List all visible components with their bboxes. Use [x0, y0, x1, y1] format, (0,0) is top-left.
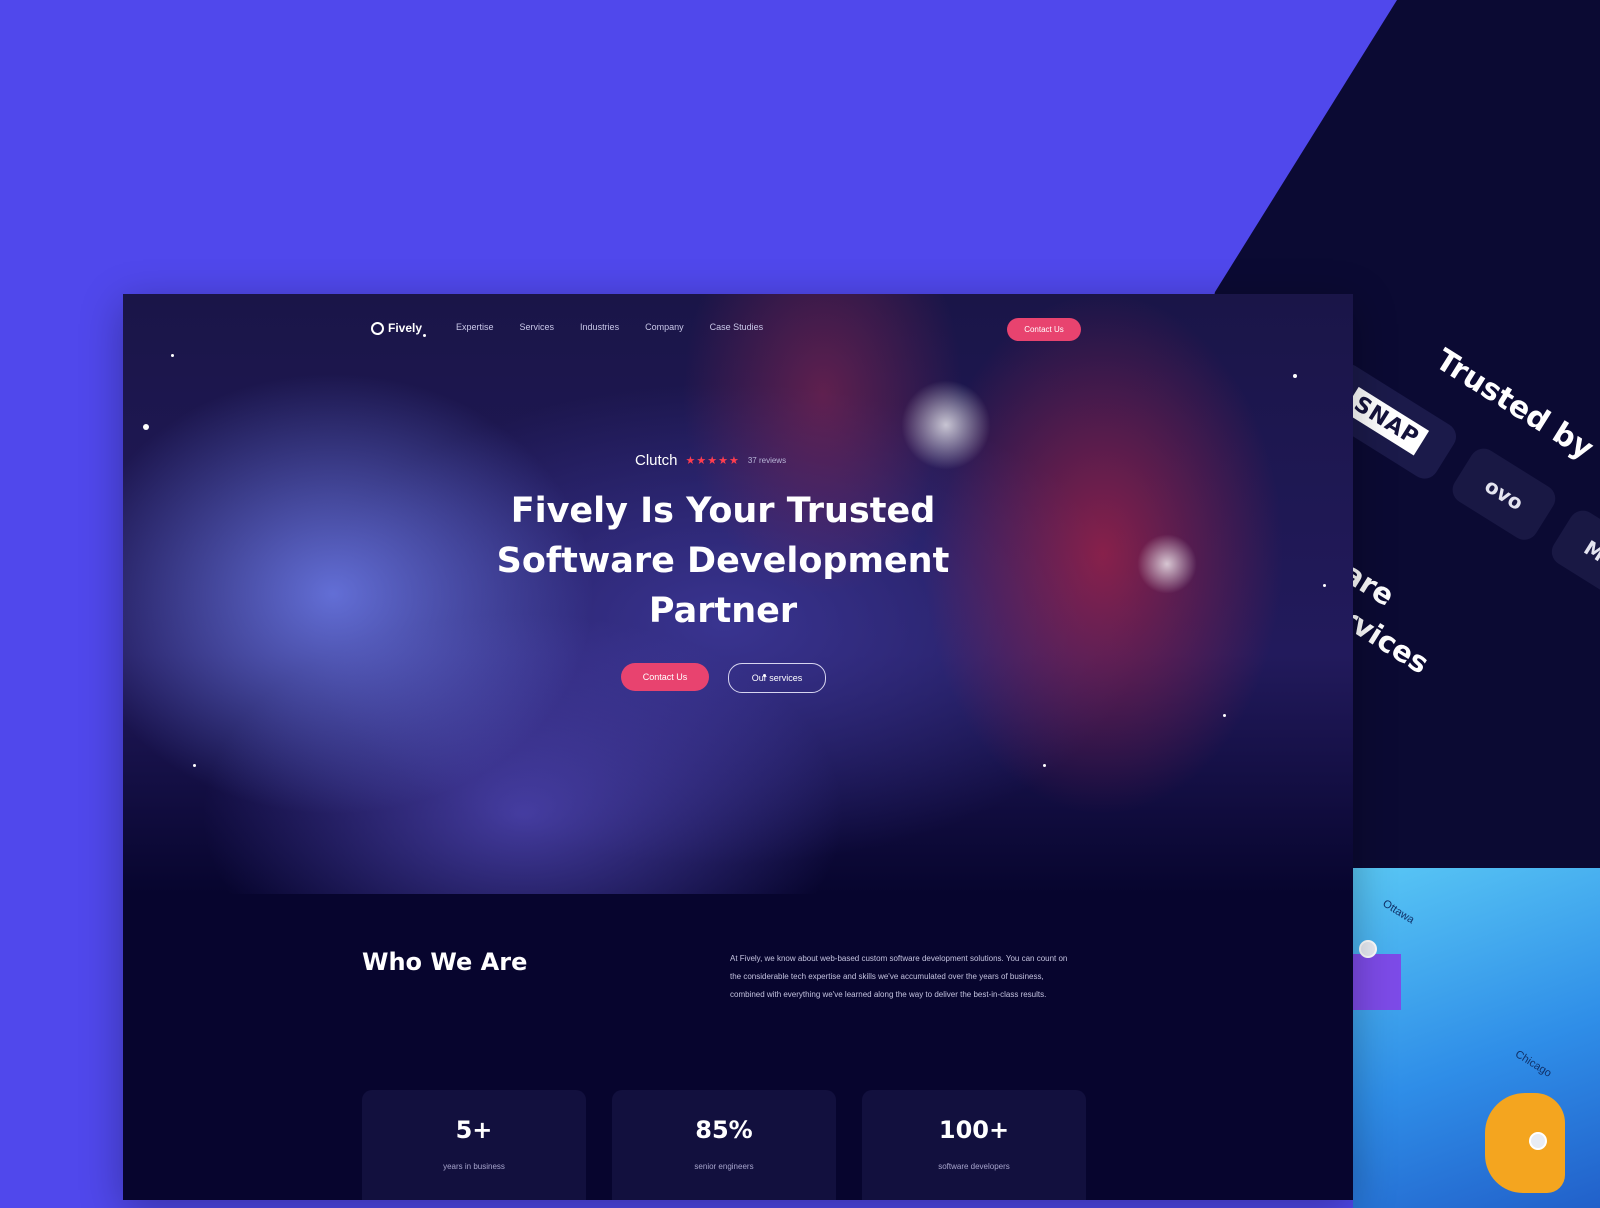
- clutch-rating[interactable]: Clutch ★★★★★ 37 reviews: [635, 452, 786, 469]
- contact-us-button[interactable]: Contact Us: [1007, 318, 1081, 341]
- stat-card: 5+ years in business: [362, 1090, 586, 1200]
- site-logo[interactable]: Fively: [371, 321, 422, 335]
- stat-value: 100+: [938, 1116, 1010, 1144]
- star: [1223, 714, 1226, 717]
- stat-label: senior engineers: [694, 1162, 754, 1171]
- website-mockup: Fively Expertise Services Industries Com…: [123, 294, 1353, 1200]
- stat-label: years in business: [443, 1162, 505, 1171]
- stat-card: 85% senior engineers: [612, 1090, 836, 1200]
- logo-icon: [371, 321, 384, 335]
- map-region-orange: [1485, 1093, 1565, 1193]
- nav-item-company[interactable]: Company: [645, 322, 684, 332]
- clutch-logo: Clutch: [635, 452, 678, 469]
- map-pin: [1359, 940, 1377, 958]
- star-glow: [901, 380, 991, 470]
- world-map: Ottawa Chicago: [1353, 868, 1600, 1208]
- star: [1323, 584, 1326, 587]
- stat-value: 5+: [455, 1116, 493, 1144]
- nav-links: Expertise Services Industries Company Ca…: [456, 322, 763, 332]
- hero-services-button[interactable]: Our services: [728, 663, 826, 693]
- brand-name: Fively: [388, 321, 423, 335]
- star: [143, 424, 149, 430]
- logo-messagebird: MessageBird: [1546, 505, 1600, 663]
- logo-ovo: ovo: [1447, 443, 1561, 546]
- stat-label: software developers: [938, 1162, 1010, 1171]
- star: [1043, 764, 1046, 767]
- star: [193, 764, 196, 767]
- star: [171, 354, 174, 357]
- nav-item-case-studies[interactable]: Case Studies: [710, 322, 764, 332]
- stat-value: 85%: [695, 1116, 753, 1144]
- reviews-count: 37 reviews: [747, 456, 787, 465]
- map-region-highlight: [1353, 954, 1401, 1010]
- map-pin: [1529, 1132, 1547, 1150]
- hero-title: Fively Is Your Trusted Software Developm…: [496, 491, 950, 631]
- nav-item-industries[interactable]: Industries: [580, 322, 619, 332]
- who-we-are-text: At Fively, we know about web-based custo…: [730, 954, 1068, 999]
- star: [1293, 374, 1297, 378]
- nav-item-expertise[interactable]: Expertise: [456, 322, 494, 332]
- rating-stars-icon: ★★★★★: [685, 455, 740, 467]
- stat-card: 100+ software developers: [862, 1090, 1086, 1200]
- site-navbar: Fively Expertise Services Industries Com…: [371, 318, 1103, 342]
- hero-contact-button[interactable]: Contact Us: [621, 663, 709, 691]
- who-we-are-title: Who We Are: [362, 948, 528, 976]
- map-label-ottawa: Ottawa: [1380, 897, 1417, 927]
- hero-section: Fively Expertise Services Industries Com…: [123, 294, 1353, 894]
- nav-item-services[interactable]: Services: [520, 322, 555, 332]
- map-label-chicago: Chicago: [1512, 1048, 1554, 1080]
